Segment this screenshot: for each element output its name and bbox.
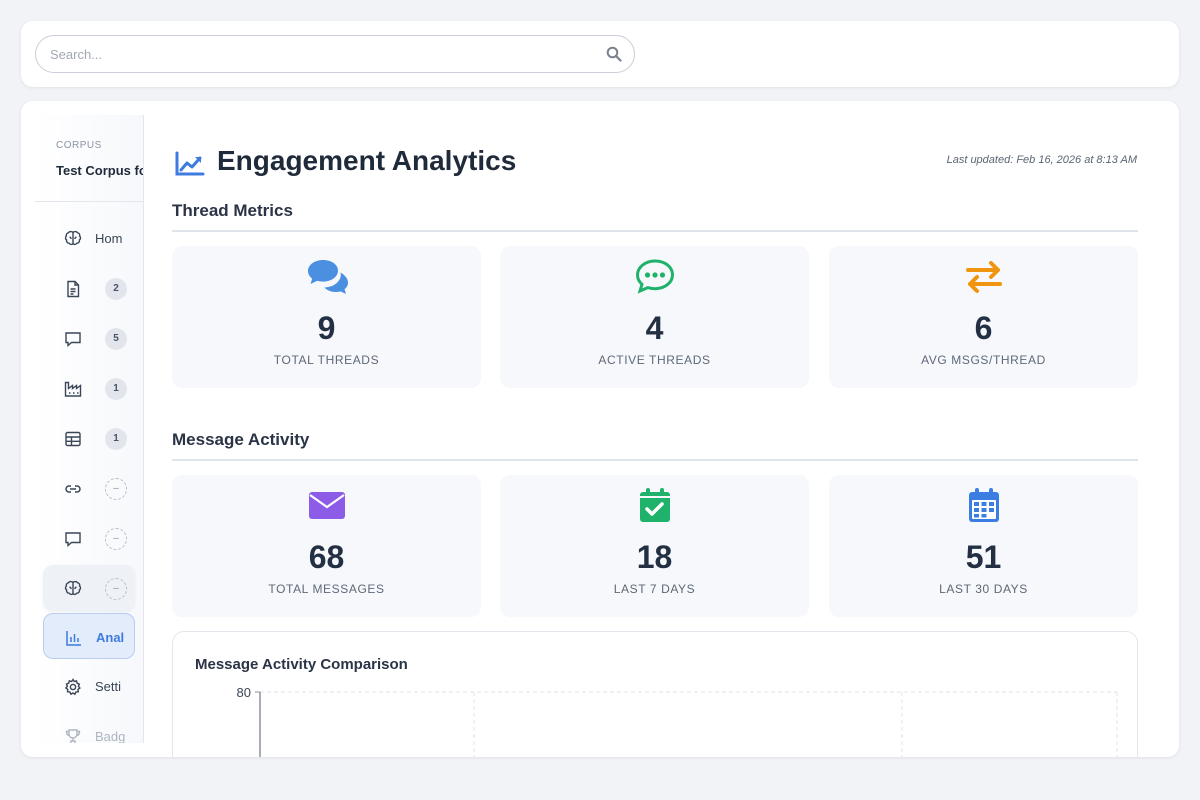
count-badge: 1 xyxy=(105,378,127,400)
stat-card-active-threads: 4 ACTIVE THREADS xyxy=(500,246,809,388)
sidebar-item-links[interactable]: – xyxy=(43,465,135,511)
stat-value: 18 xyxy=(636,539,673,575)
stat-label: LAST 7 DAYS xyxy=(613,582,696,596)
table-icon xyxy=(65,431,81,447)
chart-line-icon xyxy=(175,151,205,176)
sidebar-item-extracts[interactable]: 1 xyxy=(43,365,135,411)
section-title-message-activity: Message Activity xyxy=(172,430,310,449)
message-activity-chart: 80 xyxy=(237,685,1118,757)
chart-card-message-activity: Message Activity Comparison 80 xyxy=(172,631,1138,757)
stat-label: AVG MSGS/THREAD xyxy=(921,353,1046,367)
sidebar-item-discussions[interactable]: 5 xyxy=(43,315,135,361)
sidebar-item-analysis-models[interactable]: – xyxy=(43,565,135,611)
sidebar-item-tables[interactable]: 1 xyxy=(43,415,135,461)
comments-icon xyxy=(307,260,348,294)
comment-icon xyxy=(65,532,81,548)
stat-value: 51 xyxy=(965,539,1002,575)
section-divider xyxy=(172,459,1138,461)
corpus-label: CORPUS xyxy=(56,140,102,151)
count-badge: 5 xyxy=(105,328,127,350)
count-badge: – xyxy=(105,578,127,600)
stat-card-last-7-days: 18 LAST 7 DAYS xyxy=(500,475,809,617)
sidebar-item-home[interactable]: Hom xyxy=(43,215,135,261)
sidebar-item-label: Badg xyxy=(95,729,126,743)
sidebar-item-settings[interactable]: Setti xyxy=(43,663,135,709)
bar-chart-icon xyxy=(66,631,81,646)
stat-card-total-messages: 68 TOTAL MESSAGES xyxy=(172,475,481,617)
stat-card-last-30-days: 51 LAST 30 DAYS xyxy=(829,475,1138,617)
stat-label: TOTAL THREADS xyxy=(273,353,380,367)
section-title-thread-metrics: Thread Metrics xyxy=(172,201,293,220)
stat-card-avg-msgs-thread: 6 AVG MSGS/THREAD xyxy=(829,246,1138,388)
stat-label: LAST 30 DAYS xyxy=(939,582,1028,596)
search-box[interactable] xyxy=(35,35,635,73)
brain-icon xyxy=(64,580,82,596)
sidebar-item-label: Setti xyxy=(95,679,122,694)
sidebar: CORPUS Test Corpus fo Hom 2 5 1 1 – – – … xyxy=(35,115,144,743)
page-title: Engagement Analytics xyxy=(217,145,517,176)
trophy-icon xyxy=(65,729,81,743)
count-badge: – xyxy=(105,478,127,500)
brain-icon xyxy=(64,230,82,246)
count-badge: 2 xyxy=(105,278,127,300)
chart-y-tick-label: 80 xyxy=(237,685,251,700)
stat-value: 68 xyxy=(308,539,345,575)
link-icon xyxy=(65,485,81,493)
stat-value: 6 xyxy=(974,310,993,346)
stat-card-total-threads: 9 TOTAL THREADS xyxy=(172,246,481,388)
comment-dots-icon xyxy=(635,259,674,294)
envelope-icon xyxy=(308,492,345,519)
stat-value: 4 xyxy=(645,310,664,346)
sidebar-item-analytics[interactable]: Anal xyxy=(43,613,135,659)
stat-label: ACTIVE THREADS xyxy=(598,353,711,367)
count-badge: – xyxy=(105,528,127,550)
stat-value: 9 xyxy=(317,310,336,346)
factory-icon xyxy=(64,381,82,397)
sidebar-item-label: Hom xyxy=(95,231,123,246)
sidebar-item-label: Anal xyxy=(96,630,125,645)
search-input[interactable] xyxy=(50,36,590,72)
comment-icon xyxy=(65,332,81,348)
sidebar-item-badges[interactable]: Badg xyxy=(43,713,135,743)
calendar-icon xyxy=(968,488,999,522)
top-bar xyxy=(21,21,1179,87)
section-divider xyxy=(172,230,1138,232)
count-badge: 1 xyxy=(105,428,127,450)
last-updated-text: Last updated: Feb 16, 2026 at 8:13 AM xyxy=(946,154,1137,166)
main-panel: CORPUS Test Corpus fo Hom 2 5 1 1 – – – … xyxy=(21,101,1179,757)
stat-label: TOTAL MESSAGES xyxy=(268,582,385,596)
calendar-check-icon xyxy=(639,488,670,522)
corpus-name: Test Corpus fo xyxy=(56,163,144,178)
search-icon[interactable] xyxy=(606,46,622,62)
exchange-icon xyxy=(965,261,1002,293)
chart-title: Message Activity Comparison xyxy=(195,656,408,673)
document-icon xyxy=(67,280,80,298)
analytics-content: Engagement Analytics Last updated: Feb 1… xyxy=(172,101,1138,757)
gear-icon xyxy=(64,678,81,696)
sidebar-item-documents[interactable]: 2 xyxy=(43,265,135,311)
sidebar-divider xyxy=(35,201,143,202)
sidebar-item-comments[interactable]: – xyxy=(43,515,135,561)
